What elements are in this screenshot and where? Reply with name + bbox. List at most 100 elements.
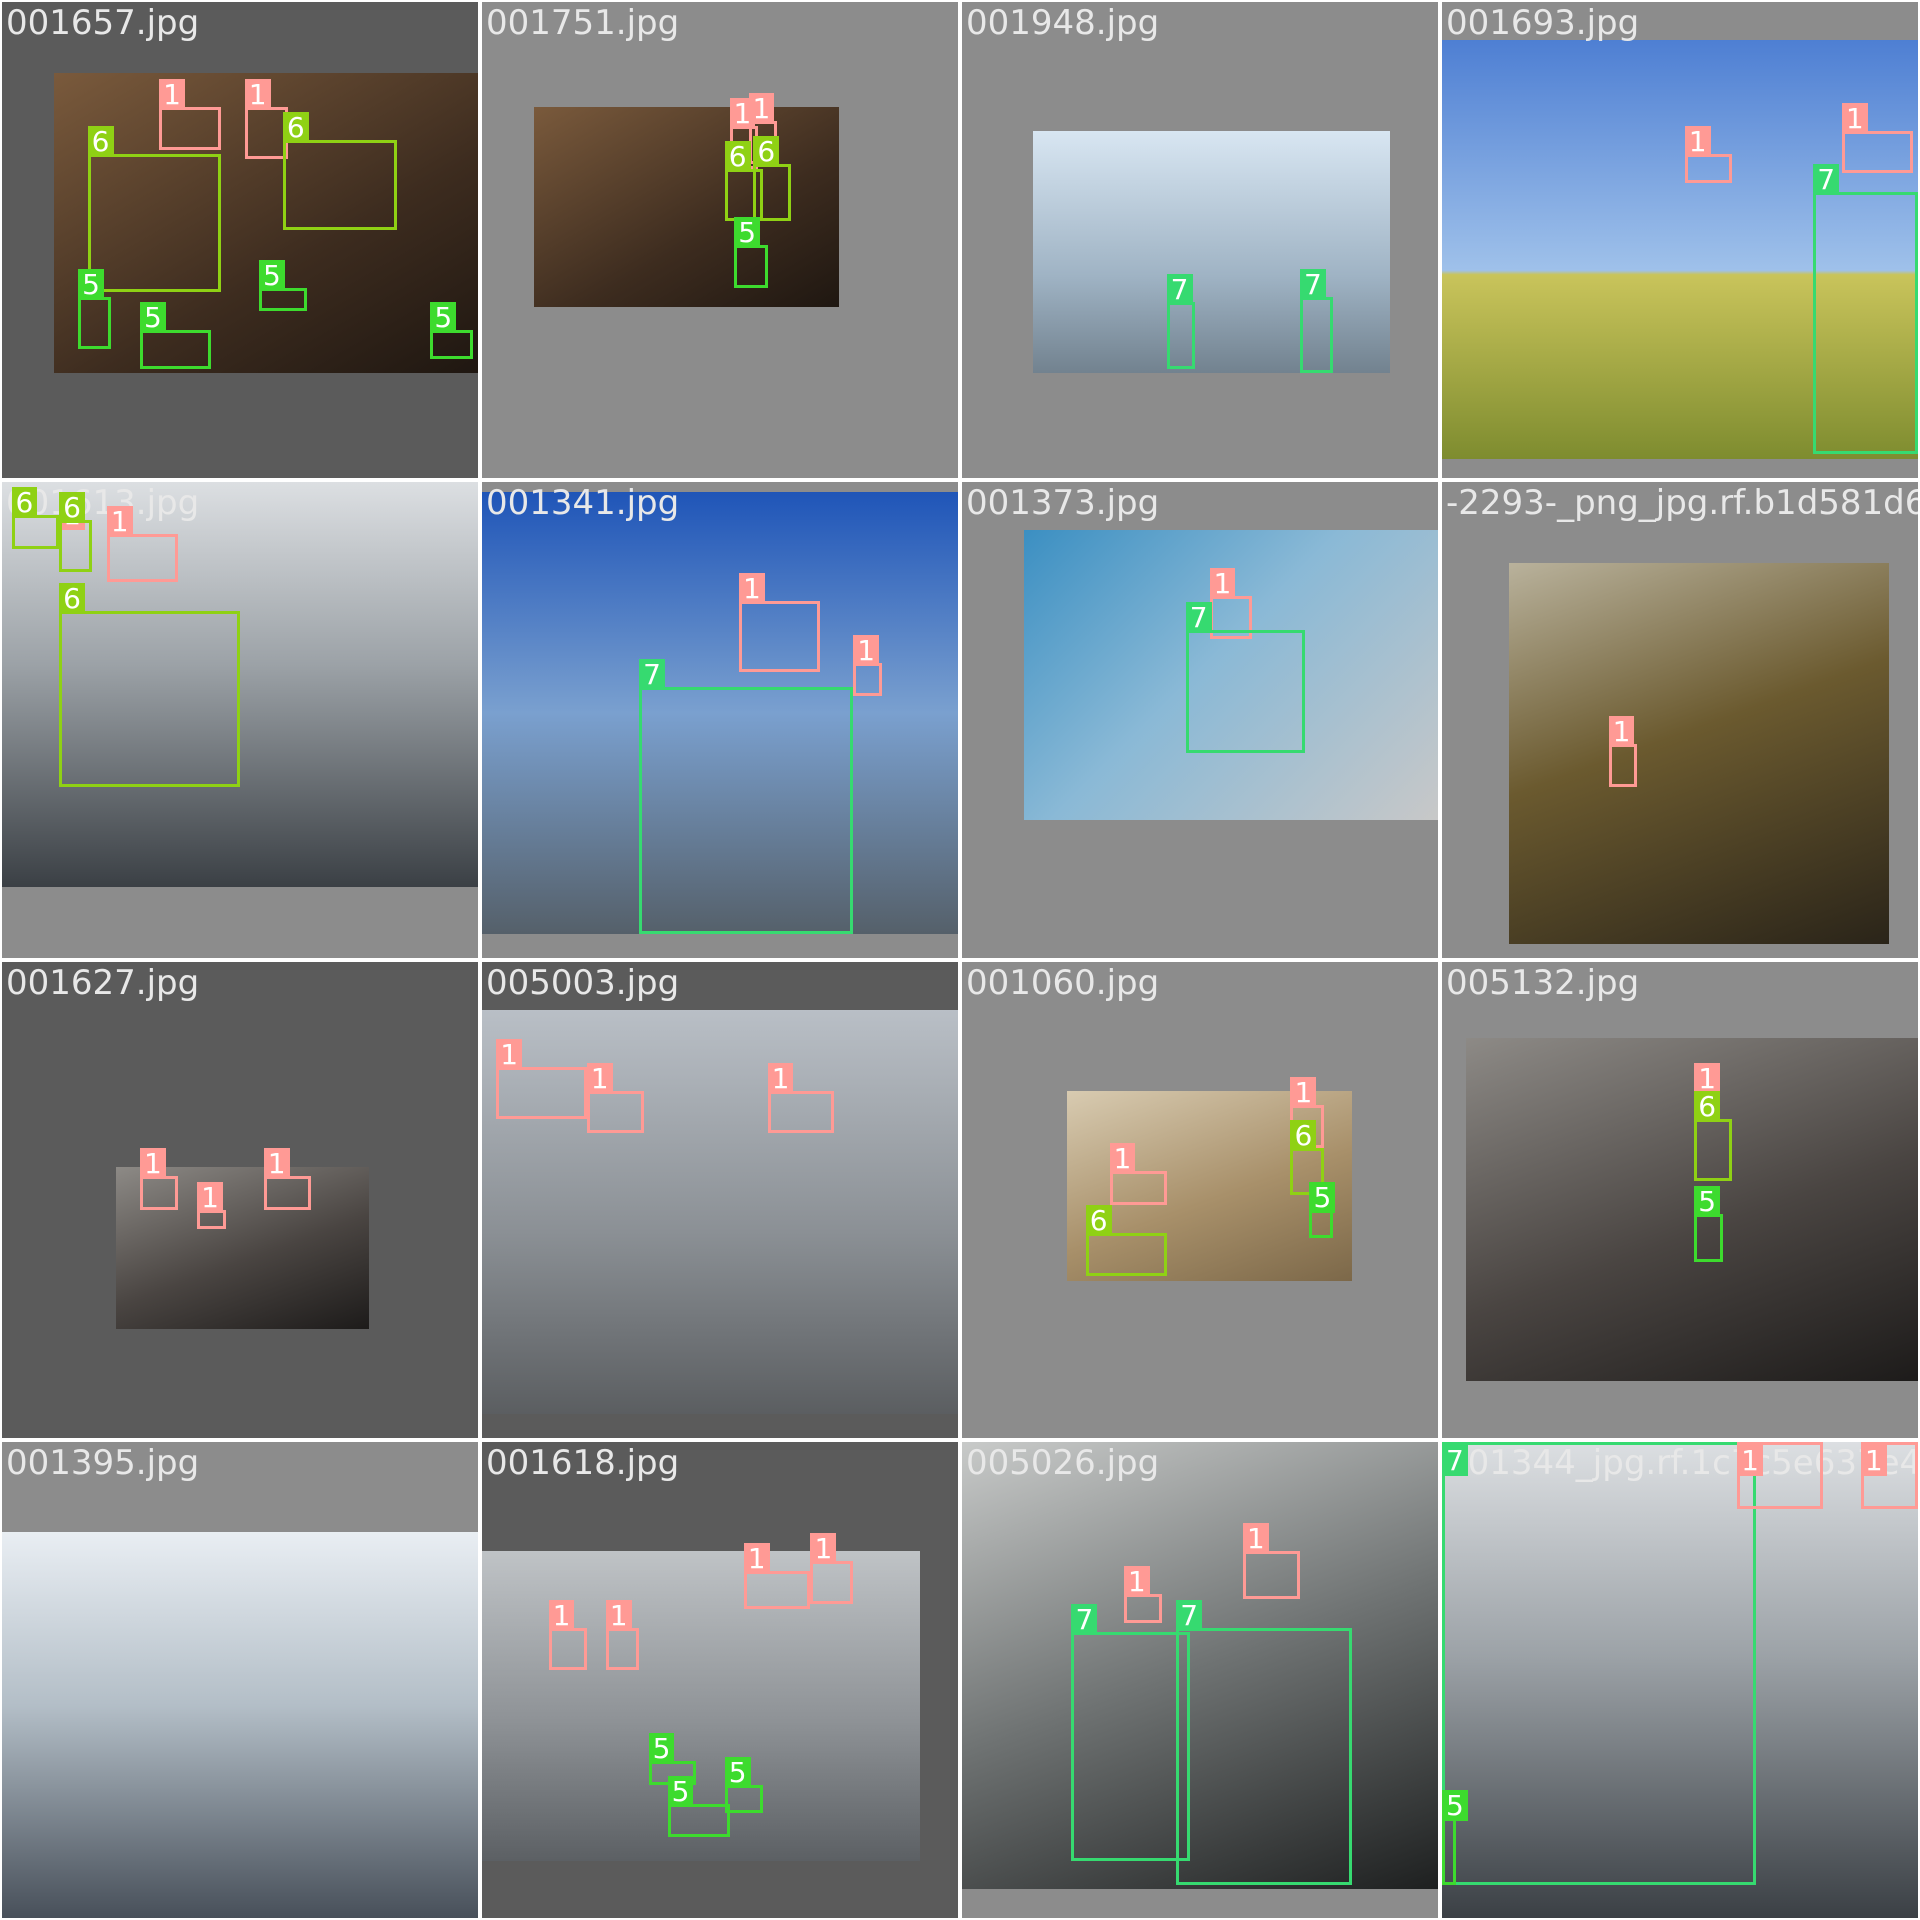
- class-label: 5: [1309, 1181, 1336, 1213]
- mosaic-tile: 001751.jpg 1 1 6 6 5: [482, 2, 958, 478]
- class-label: 5: [1442, 1790, 1468, 1822]
- bounding-box: 1: [1841, 102, 1914, 174]
- class-label: 7: [1176, 1599, 1203, 1631]
- bounding-box: 7: [1442, 1442, 1757, 1885]
- bounding-box: 1: [1608, 715, 1638, 787]
- image-filename: 005026.jpg: [966, 1443, 1160, 1483]
- class-label: 1: [244, 78, 271, 110]
- bounding-box: 7: [1813, 164, 1918, 455]
- mosaic-tile: 001395.jpg: [2, 1442, 478, 1918]
- class-label: 6: [11, 487, 38, 519]
- bounding-box: 1: [106, 506, 179, 582]
- bounding-box: 7: [1299, 269, 1334, 374]
- mosaic-tile: 001627.jpg 1 1 1: [2, 962, 478, 1438]
- bounding-box: 5: [734, 216, 768, 288]
- class-label: 1: [748, 93, 775, 124]
- class-label: 1: [140, 1148, 166, 1180]
- bounding-box: 5: [1309, 1181, 1336, 1239]
- class-label: 1: [197, 1181, 223, 1213]
- bounding-box: 1: [586, 1062, 644, 1134]
- class-label: 6: [1085, 1205, 1112, 1237]
- bounding-box: 1: [810, 1533, 854, 1604]
- class-label: 1: [1290, 1076, 1317, 1108]
- photo-area: [1033, 130, 1391, 374]
- bounding-box: 6: [753, 135, 792, 221]
- class-label: 1: [810, 1533, 837, 1564]
- class-label: 1: [1841, 102, 1868, 134]
- bounding-box: 6: [11, 487, 60, 549]
- class-label: 7: [1185, 601, 1212, 633]
- class-label: 1: [1242, 1523, 1269, 1555]
- bounding-box: 1: [1860, 1442, 1918, 1509]
- bounding-box: 1: [605, 1599, 640, 1671]
- class-label: 1: [1209, 568, 1236, 600]
- bounding-box: 7: [1176, 1599, 1353, 1885]
- class-label: 5: [667, 1775, 694, 1807]
- class-label: 5: [1694, 1186, 1721, 1218]
- image-filename: 001618.jpg: [486, 1443, 680, 1483]
- class-label: 6: [87, 126, 114, 158]
- mosaic-tile: 001613.jpg61616: [2, 482, 478, 958]
- bounding-box: 6: [282, 112, 398, 231]
- class-label: 6: [59, 582, 85, 614]
- class-label: 5: [430, 302, 457, 334]
- bounding-box: 1: [743, 1542, 811, 1609]
- class-label: 7: [639, 658, 665, 690]
- bounding-box: 1: [197, 1181, 226, 1229]
- bounding-box: 1: [1737, 1442, 1823, 1509]
- bounding-box: 5: [667, 1775, 730, 1838]
- class-label: 6: [59, 492, 85, 524]
- bounding-box: 7: [1071, 1604, 1191, 1861]
- class-label: 5: [78, 269, 104, 301]
- bounding-box: 1: [159, 78, 221, 150]
- mosaic-tile: 001618.jpg 1 1 1 1 5 5 5: [482, 1442, 958, 1918]
- photo-area: [1465, 1038, 1918, 1381]
- image-filename: 001657.jpg: [6, 3, 200, 43]
- bounding-box: 5: [78, 269, 112, 350]
- mosaic-tile: 005003.jpg 1 1 1: [482, 962, 958, 1438]
- class-label: 1: [743, 1542, 770, 1574]
- mosaic-tile: -2293-_png_jpg.rf.b1d581d6 1: [1442, 482, 1918, 958]
- image-filename: 005003.jpg: [486, 963, 680, 1003]
- class-label: 5: [724, 1756, 751, 1788]
- mosaic-tile: 001344_jpg.rf.1c7c5e637e4 7 1 1 5: [1442, 1442, 1918, 1918]
- photo-area: [2, 1532, 478, 1918]
- class-label: 1: [1737, 1445, 1763, 1476]
- bounding-box: 5: [1442, 1790, 1468, 1885]
- class-label: 5: [259, 259, 285, 291]
- class-label: 1: [853, 634, 880, 666]
- mosaic-tile: 001341.jpg 1 1 7: [482, 482, 958, 958]
- bounding-box: 5: [430, 302, 474, 359]
- class-label: 1: [1608, 715, 1635, 747]
- class-label: 5: [140, 302, 166, 334]
- bounding-box: 1: [244, 78, 288, 160]
- photo-area: [534, 106, 839, 307]
- bounding-box: 1: [739, 573, 820, 673]
- image-filename: 001627.jpg: [6, 963, 200, 1003]
- class-label: 6: [753, 135, 780, 167]
- bounding-box: 1: [548, 1599, 587, 1671]
- bounding-box: 7: [1166, 273, 1196, 369]
- class-label: 6: [724, 140, 751, 172]
- class-label: 7: [1299, 269, 1326, 301]
- class-label: 7: [1071, 1604, 1098, 1636]
- class-label: 1: [106, 506, 133, 538]
- class-label: 1: [767, 1062, 794, 1094]
- bounding-box: 5: [140, 302, 212, 369]
- class-label: 5: [734, 216, 761, 248]
- bounding-box: 6: [59, 582, 240, 787]
- class-label: 7: [1166, 273, 1193, 305]
- class-label: 1: [263, 1148, 290, 1180]
- bounding-box: 5: [724, 1756, 763, 1814]
- class-label: 6: [282, 112, 309, 144]
- bounding-box: 1: [853, 634, 882, 697]
- class-label: 1: [1694, 1062, 1721, 1094]
- bounding-box: 1: [767, 1062, 835, 1134]
- bounding-box: 1: [1109, 1143, 1167, 1205]
- bounding-box: 1: [1242, 1523, 1300, 1600]
- bounding-box: 1: [496, 1038, 587, 1120]
- bounding-box: 7: [639, 658, 854, 935]
- bounding-box: 6: [1694, 1091, 1733, 1181]
- class-label: 7: [1813, 164, 1840, 196]
- image-filename: 001373.jpg: [966, 483, 1160, 523]
